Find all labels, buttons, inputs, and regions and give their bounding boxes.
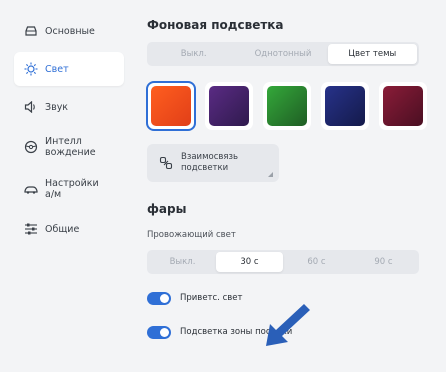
- escort-light-label: Провожающий свет: [147, 230, 236, 240]
- sidebar-item-label: Звук: [45, 101, 69, 113]
- color-swatches: [146, 81, 427, 131]
- welcome-light-label: Приветс. свет: [180, 293, 243, 303]
- escort-light-selector: Выкл. 30 с 60 с 90 с: [147, 250, 419, 274]
- sidebar-item-light[interactable]: Свет: [14, 52, 124, 86]
- link-button-label: Взаимосвязь подсветки: [181, 152, 239, 173]
- car-icon: [24, 24, 38, 38]
- link-icon: [159, 156, 173, 170]
- swatch-fill: [325, 86, 365, 126]
- sidebar-item-general[interactable]: Основные: [14, 14, 124, 48]
- welcome-light-toggle[interactable]: [147, 291, 171, 305]
- sidebar-item-common[interactable]: Общие: [14, 212, 124, 246]
- sidebar-item-label: Свет: [45, 63, 69, 75]
- settings-window: Основные Свет Звук Интелл вождение Настр…: [0, 0, 446, 372]
- swatch-fill: [383, 86, 423, 126]
- boarding-light-toggle[interactable]: [147, 325, 171, 339]
- escort-option-off[interactable]: Выкл.: [149, 252, 216, 272]
- backlight-mode-off[interactable]: Выкл.: [149, 44, 238, 64]
- expand-corner-icon: [268, 172, 273, 177]
- backlight-title: Фоновая подсветка: [147, 18, 284, 32]
- backlight-mode-selector: Выкл. Однотонный Цвет темы: [147, 42, 419, 66]
- sliders-icon: [24, 222, 38, 236]
- escort-option-90s[interactable]: 90 с: [350, 252, 417, 272]
- sidebar: Основные Свет Звук Интелл вождение Настр…: [14, 14, 124, 250]
- backlight-mode-theme-color[interactable]: Цвет темы: [327, 44, 417, 64]
- backlight-mode-solid[interactable]: Однотонный: [238, 44, 327, 64]
- pointer-arrow-icon: [266, 304, 310, 346]
- swatch-orange[interactable]: [146, 81, 196, 131]
- swatch-fill: [151, 86, 191, 126]
- swatch-green[interactable]: [263, 82, 311, 130]
- sidebar-item-sound[interactable]: Звук: [14, 90, 124, 124]
- backlight-link-button[interactable]: Взаимосвязь подсветки: [147, 144, 279, 182]
- escort-option-30s[interactable]: 30 с: [216, 252, 283, 272]
- sidebar-item-smart-driving[interactable]: Интелл вождение: [14, 128, 124, 166]
- swatch-purple[interactable]: [205, 82, 253, 130]
- swatch-navy[interactable]: [321, 82, 369, 130]
- swatch-crimson[interactable]: [379, 82, 427, 130]
- speaker-icon: [24, 100, 38, 114]
- steering-wheel-icon: [24, 140, 38, 154]
- car-settings-icon: [24, 182, 38, 196]
- sidebar-item-car-settings[interactable]: Настройки а/м: [14, 170, 124, 208]
- swatch-fill: [209, 86, 249, 126]
- sidebar-item-label: Настройки а/м: [45, 178, 99, 200]
- headlights-title: фары: [147, 202, 187, 216]
- light-icon: [24, 62, 38, 76]
- main-panel: Фоновая подсветка Выкл. Однотонный Цвет …: [146, 14, 427, 340]
- sidebar-item-label: Общие: [45, 223, 80, 235]
- sidebar-item-label: Основные: [45, 25, 95, 37]
- sidebar-item-label: Интелл вождение: [45, 136, 96, 158]
- swatch-fill: [267, 86, 307, 126]
- toggle-knob: [160, 293, 169, 303]
- toggle-knob: [160, 327, 169, 337]
- escort-option-60s[interactable]: 60 с: [283, 252, 350, 272]
